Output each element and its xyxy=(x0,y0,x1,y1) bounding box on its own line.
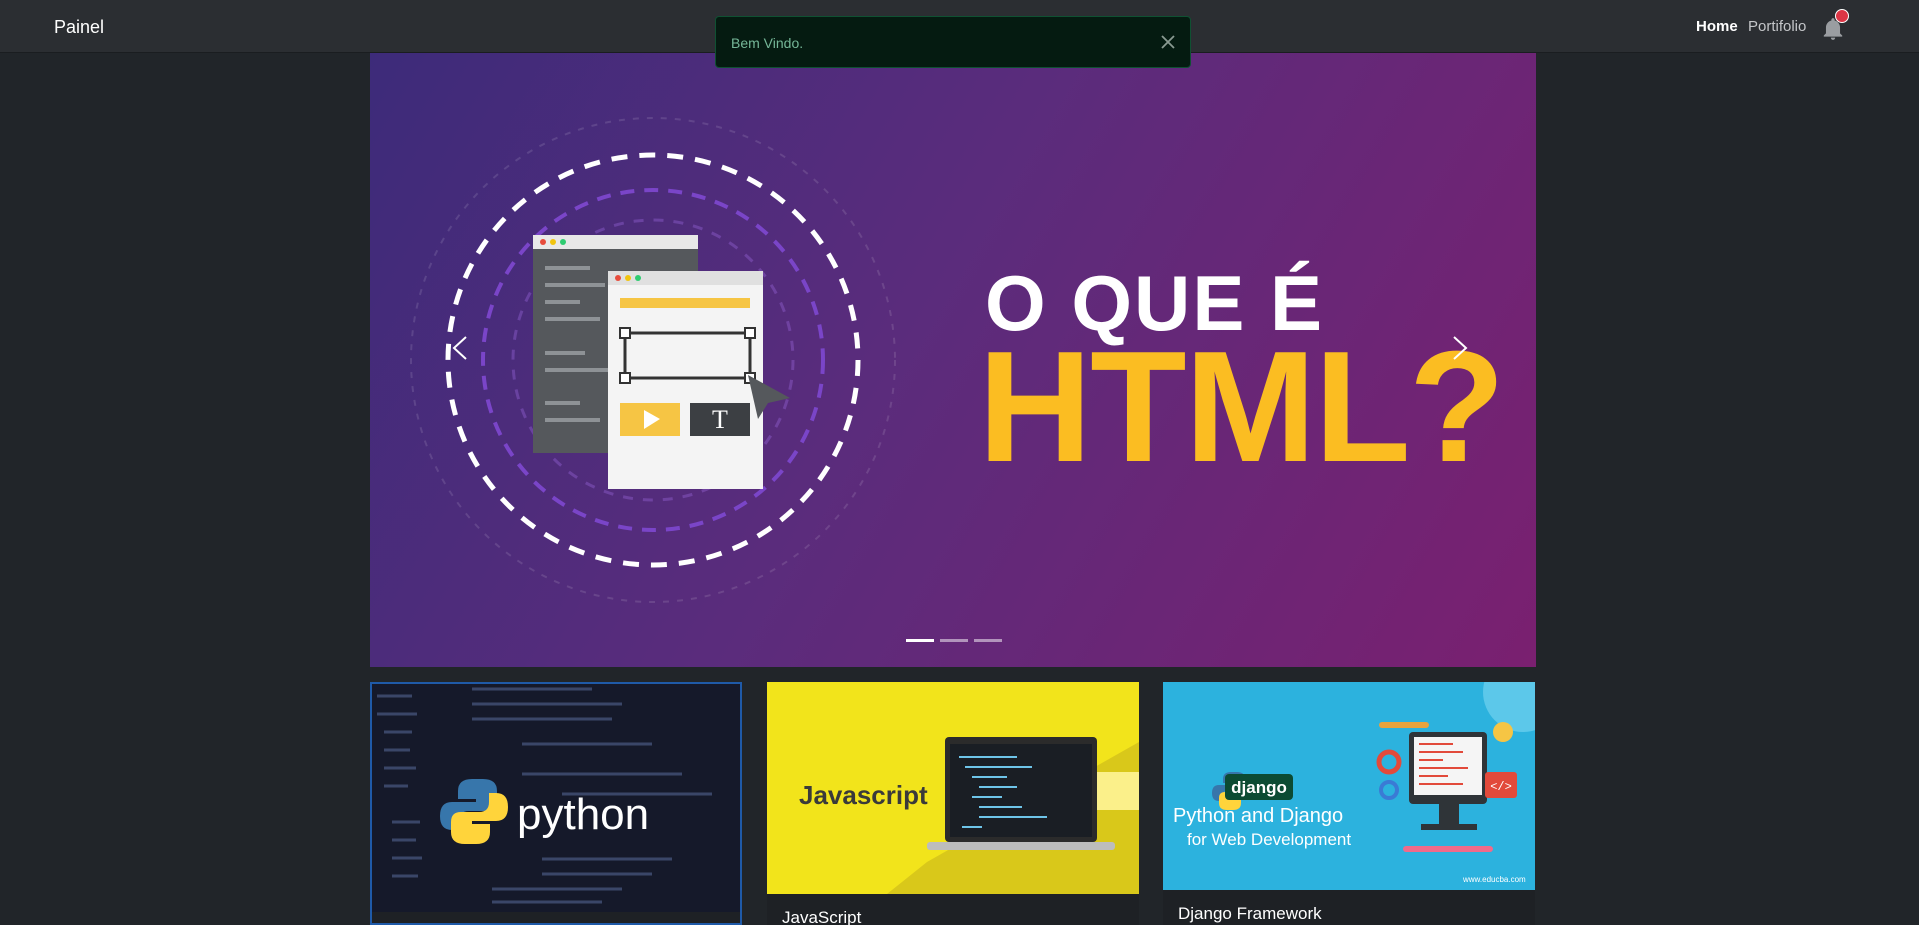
card-image-text: django xyxy=(1231,778,1287,797)
notification-badge xyxy=(1835,9,1849,23)
javascript-card-image: Javascript xyxy=(767,682,1139,894)
carousel-prev-icon[interactable] xyxy=(440,323,480,373)
nav-home-link[interactable]: Home xyxy=(1696,18,1738,35)
svg-text:T: T xyxy=(712,405,728,434)
carousel-indicators xyxy=(906,639,1002,642)
hero-carousel: T O QUE É HTML? xyxy=(370,53,1536,667)
course-card-python[interactable]: python xyxy=(370,682,742,925)
carousel-indicator[interactable] xyxy=(974,639,1002,642)
carousel-indicator[interactable] xyxy=(940,639,968,642)
hero-heading-line2: HTML? xyxy=(978,319,1505,495)
close-icon[interactable] xyxy=(1158,32,1178,52)
svg-text:for Web Development: for Web Development xyxy=(1187,830,1351,849)
svg-text:</>: </> xyxy=(1490,780,1512,794)
python-card-image: python xyxy=(372,684,740,912)
svg-text:www.educba.com: www.educba.com xyxy=(1462,875,1526,884)
course-card-django[interactable]: </> django Python and Django for Web Dev… xyxy=(1163,682,1535,925)
carousel-indicator[interactable] xyxy=(906,639,934,642)
card-image-text: python xyxy=(517,790,649,839)
card-image-text: Javascript xyxy=(799,780,928,810)
django-card-image: </> django Python and Django for Web Dev… xyxy=(1163,682,1535,890)
carousel-next-icon[interactable] xyxy=(1440,323,1480,373)
course-card-title: Django Framework xyxy=(1178,904,1322,923)
course-card-javascript[interactable]: Javascript JavaScript xyxy=(767,682,1139,925)
course-card-title: JavaScript xyxy=(782,908,862,925)
svg-text:Python and Django: Python and Django xyxy=(1173,805,1343,827)
nav-portfolio-link[interactable]: Portifolio xyxy=(1748,18,1806,35)
toast-message: Bem Vindo. xyxy=(731,35,804,51)
welcome-toast: Bem Vindo. xyxy=(715,16,1191,68)
brand-link[interactable]: Painel xyxy=(54,17,104,38)
